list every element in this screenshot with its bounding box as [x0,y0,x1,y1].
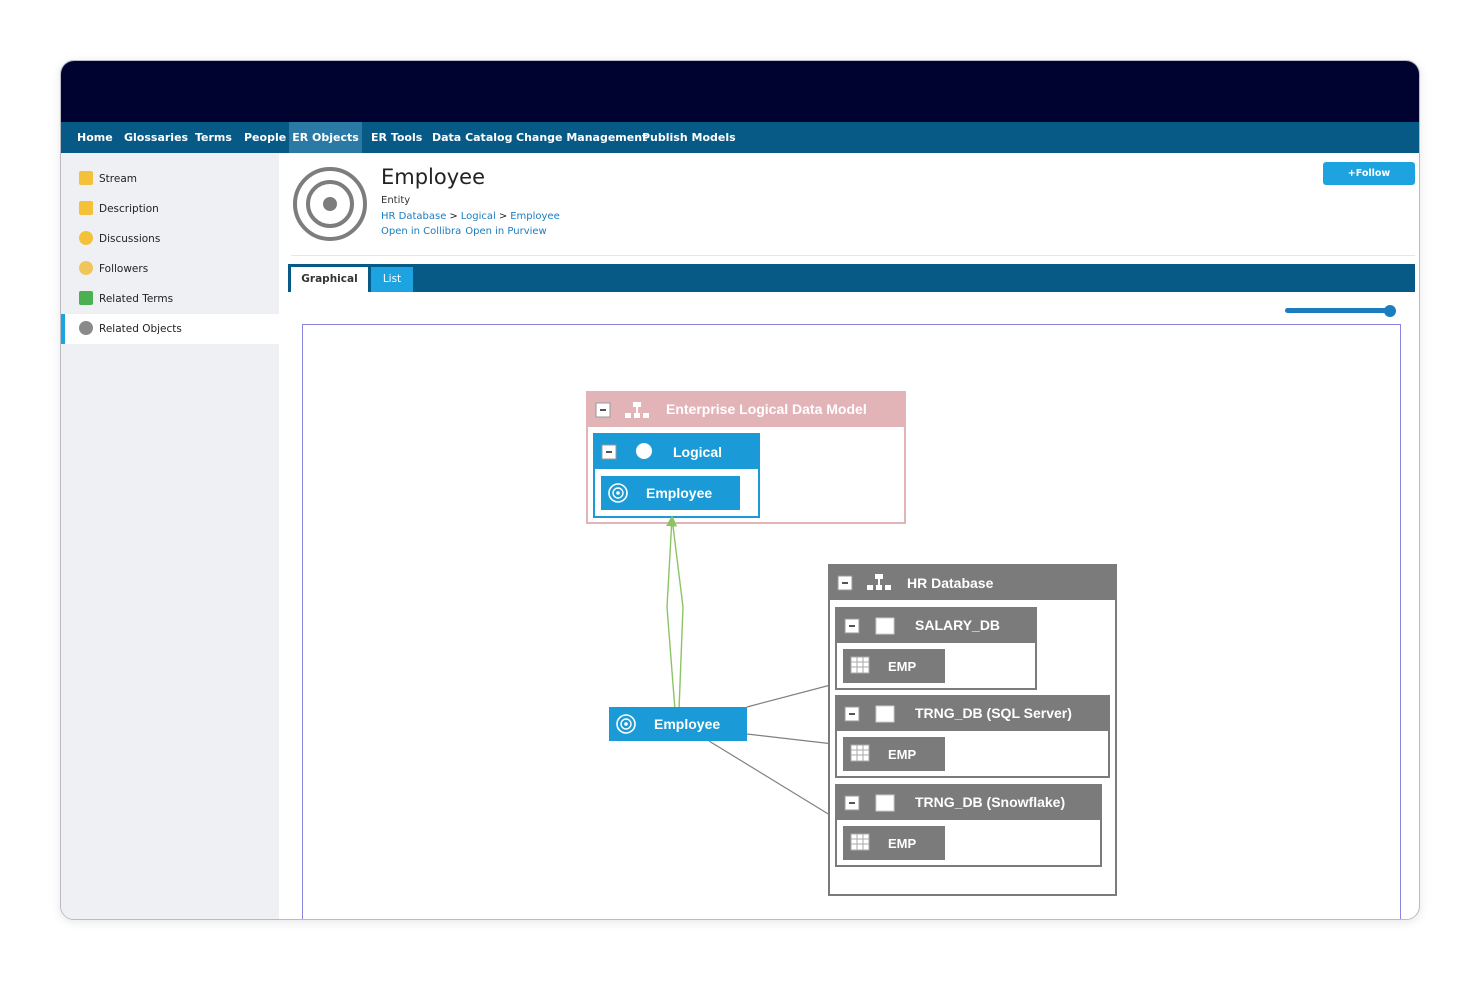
salary-emp-label: EMP [888,659,917,674]
zoom-slider-handle[interactable] [1384,305,1396,317]
schema-icon [875,705,895,723]
sidebar: Stream Description Discussions Followers… [61,153,279,919]
breadcrumb-hr-database[interactable]: HR Database [381,211,446,222]
nav-home[interactable]: Home [77,122,113,153]
sidebar-item-label: Discussions [99,233,161,245]
trng-snowflake-emp-label: EMP [888,836,917,851]
relationship-diagram: Enterprise Logical Data Model Logical Em… [586,391,1117,896]
table-icon [850,656,870,674]
sidebar-item-label: Stream [99,173,137,185]
tab-graphical[interactable]: Graphical [291,267,368,292]
sidebar-item-label: Description [99,203,159,215]
view-tabs: Graphical List [288,264,1415,292]
diagram-canvas[interactable]: Enterprise Logical Data Model Logical Em… [302,324,1401,919]
sidebar-item-related-terms[interactable]: Related Terms [61,284,279,314]
schema-icon [875,794,895,812]
description-icon [79,201,93,215]
nav-er-objects[interactable]: ER Objects [289,122,362,153]
sidebar-item-label: Followers [99,263,149,275]
brain-icon [636,443,652,459]
nav-glossaries[interactable]: Glossaries [124,122,188,153]
trng-sql-emp-label: EMP [888,747,917,762]
nav-publish-models[interactable]: Publish Models [642,122,736,153]
sidebar-item-discussions[interactable]: Discussions [61,224,279,254]
employee-inner-label: Employee [646,485,712,501]
top-header-bar [61,61,1419,122]
salary-db-node[interactable]: SALARY_DB EMP [835,607,1037,690]
trng-sql-label: TRNG_DB (SQL Server) [915,705,1072,721]
trng-snowflake-label: TRNG_DB (Snowflake) [915,794,1065,810]
hr-database-label: HR Database [907,575,994,591]
followers-icon [79,261,93,275]
zoom-slider-track[interactable] [1285,308,1391,313]
enterprise-model-label: Enterprise Logical Data Model [666,401,867,417]
nav-er-tools[interactable]: ER Tools [371,122,422,153]
app-window: Home Glossaries Terms People ER Objects … [60,60,1420,920]
sidebar-item-label: Related Objects [99,323,182,335]
related-terms-icon [79,291,93,305]
logical-node[interactable]: Logical Employee [593,433,760,518]
sidebar-item-stream[interactable]: Stream [61,164,279,194]
nav-data-catalog[interactable]: Data Catalog [432,122,512,153]
breadcrumb: HR Database > Logical > Employee [381,211,560,222]
page-title: Employee [381,165,486,189]
employee-node[interactable]: Employee [609,707,747,741]
entity-type: Entity [381,195,411,206]
external-links: Open in Collibra Open in Purview [381,226,547,237]
related-objects-icon [79,321,93,335]
stream-icon [79,171,93,185]
hr-database-node[interactable]: HR Database SALARY_DB EMP TRNG_DB (SQL S… [828,564,1117,896]
schema-icon [875,617,895,635]
open-in-purview-link[interactable]: Open in Purview [465,226,547,237]
logical-label: Logical [673,444,722,460]
sidebar-item-related-objects[interactable]: Related Objects [61,314,279,344]
sidebar-item-description[interactable]: Description [61,194,279,224]
salary-db-label: SALARY_DB [915,617,1000,633]
nav-people[interactable]: People [244,122,286,153]
breadcrumb-separator: > [449,211,458,222]
table-icon [850,833,870,851]
header-divider [291,255,1415,256]
trng-snowflake-node[interactable]: TRNG_DB (Snowflake) EMP [835,784,1102,867]
employee-node-label: Employee [654,716,720,732]
open-in-collibra-link[interactable]: Open in Collibra [381,226,461,237]
trng-sql-node[interactable]: TRNG_DB (SQL Server) EMP [835,695,1110,778]
breadcrumb-employee[interactable]: Employee [510,211,560,222]
sidebar-item-followers[interactable]: Followers [61,254,279,284]
nav-change-management[interactable]: Change Management [516,122,647,153]
lineage-links [665,515,684,711]
tab-list[interactable]: List [371,267,413,292]
breadcrumb-logical[interactable]: Logical [461,211,496,222]
breadcrumb-separator: > [498,211,508,222]
nav-terms[interactable]: Terms [195,122,232,153]
main-nav: Home Glossaries Terms People ER Objects … [61,122,1419,153]
sidebar-item-label: Related Terms [99,293,174,305]
discussions-icon [79,231,93,245]
table-icon [850,744,870,762]
follow-button[interactable]: +Follow [1323,162,1415,185]
target-icon [293,167,367,241]
